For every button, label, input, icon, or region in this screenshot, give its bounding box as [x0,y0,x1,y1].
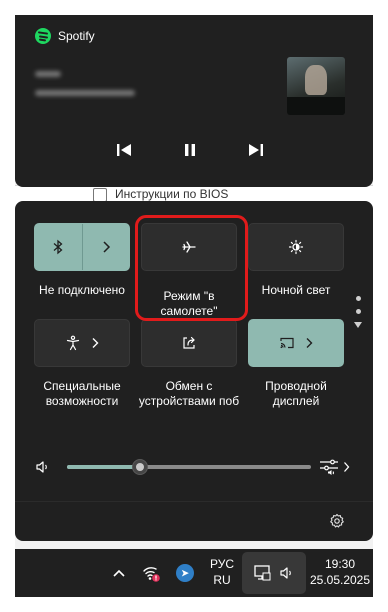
clock-button[interactable]: 19:30 25.05.2025 [305,556,373,588]
page-indicator[interactable] [353,296,363,328]
cast-tile[interactable] [248,319,344,367]
bios-checkbox[interactable] [93,188,107,202]
night-light-icon [288,239,304,255]
speaker-icon [36,461,47,473]
chevron-right-icon [306,338,313,348]
nearby-sharing-tile[interactable] [141,319,237,367]
page-dot[interactable] [355,296,361,301]
cast-label: Проводной дисплей [265,379,327,408]
spotify-logo-icon [35,28,51,44]
blurred-track-title [35,71,61,77]
chevron-up-icon [113,569,125,577]
telegram-icon: ➤ [176,564,194,582]
next-track-button[interactable] [244,138,268,162]
volume-slider[interactable] [67,459,311,475]
input-language-button[interactable]: РУС RU [205,556,239,588]
volume-slider-thumb[interactable] [132,459,149,475]
next-track-icon [249,144,263,156]
previous-track-icon [117,144,131,156]
tray-app-button[interactable]: ➤ [173,561,197,585]
cast-icon [280,337,294,349]
media-card: Spotify [15,15,373,187]
accessibility-icon [66,335,80,351]
media-app-name: Spotify [58,29,95,43]
screen: Инструкции по BIOS Spotify Не подключено… [15,15,373,597]
highlight-box [135,215,248,321]
bluetooth-toggle[interactable] [35,224,82,270]
bluetooth-icon [53,239,63,255]
language-code: РУС [209,557,235,571]
volume-slider-fill [67,465,141,469]
next-page-arrow-icon[interactable] [354,322,362,328]
bluetooth-expand[interactable] [83,224,130,270]
taskbar: ➤ РУС RU 19:30 25.05.2025 [15,549,373,597]
chevron-right-icon [103,241,110,253]
volume-mixer-button[interactable] [319,458,350,476]
pause-icon [185,144,195,156]
keyboard-layout: RU [213,573,231,587]
quick-settings-button[interactable] [242,552,306,594]
divider [15,501,373,502]
clock-time: 19:30 [324,557,356,571]
volume-mixer-icon [320,459,338,475]
chevron-right-icon [92,338,99,348]
page-dot[interactable] [355,309,361,314]
bios-checkbox-label: Инструкции по BIOS [115,187,229,201]
volume-button[interactable] [35,459,51,480]
nearby-sharing-label: Обмен с устройствами поб [138,379,240,408]
night-light-label: Ночной свет [261,283,331,297]
gear-icon [330,513,344,528]
chevron-right-icon [344,462,350,472]
accessibility-tile[interactable] [34,319,130,367]
bluetooth-tile[interactable] [34,223,130,271]
share-icon [183,336,195,349]
blurred-track-artist [35,90,135,96]
previous-track-button[interactable] [112,138,136,162]
album-art [287,57,345,115]
night-light-tile[interactable] [248,223,344,271]
quick-settings-panel: Не подключено Режим "в самолете" Ночной … [15,201,373,541]
bluetooth-label: Не подключено [39,283,125,297]
show-hidden-icons-button[interactable] [109,562,129,584]
clock-date: 25.05.2025 [309,573,371,587]
pause-button[interactable] [178,138,202,162]
settings-button[interactable] [329,513,345,534]
volume-icon [280,567,291,579]
ethernet-icon [254,565,271,581]
accessibility-label: Специальные возможности [43,379,121,408]
network-tray-icon[interactable] [139,561,163,585]
wifi-alert-icon [143,567,160,582]
